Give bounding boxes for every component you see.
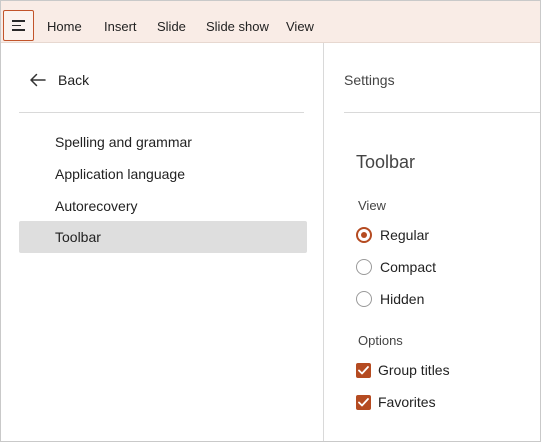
radio-label: Compact	[380, 259, 437, 275]
checkbox-checked[interactable]	[356, 362, 371, 378]
section-title: Toolbar	[356, 152, 416, 172]
menu-insert[interactable]: Insert	[104, 19, 137, 35]
checkmark-icon	[358, 365, 369, 374]
menu-slide[interactable]: Slide	[157, 19, 186, 35]
checkbox-checked[interactable]	[356, 394, 371, 410]
app-window: Home Insert Slide Slide show View Back S…	[0, 0, 541, 442]
radio-button[interactable]	[356, 291, 372, 307]
nav-item-spelling-and-grammar[interactable]: Spelling and grammar	[19, 126, 307, 158]
settings-nav: Back Spelling and grammar Application la…	[1, 44, 324, 441]
settings-pane: Settings Toolbar View Regular Compact Hi…	[324, 44, 540, 441]
nav-item-toolbar[interactable]: Toolbar	[19, 221, 307, 253]
menu-bar: Home Insert Slide Slide show View	[1, 1, 540, 43]
arrow-left-icon	[30, 73, 46, 87]
options-group-label: Options	[358, 333, 403, 348]
divider	[344, 112, 540, 113]
menu-home[interactable]: Home	[47, 19, 82, 35]
view-group-label: View	[358, 198, 386, 213]
hamburger-icon[interactable]	[3, 10, 34, 41]
checkbox-label: Favorites	[378, 394, 436, 410]
nav-item-application-language[interactable]: Application language	[19, 158, 307, 190]
divider	[19, 112, 304, 113]
checkbox-favorites[interactable]: Favorites	[356, 392, 436, 412]
back-label: Back	[58, 72, 90, 88]
radio-regular[interactable]: Regular	[356, 225, 429, 245]
checkbox-group-titles[interactable]: Group titles	[356, 360, 450, 380]
radio-button[interactable]	[356, 259, 372, 275]
radio-button-checked[interactable]	[356, 227, 372, 243]
checkmark-icon	[358, 397, 369, 406]
menu-view[interactable]: View	[286, 19, 314, 35]
back-button[interactable]: Back	[29, 71, 89, 89]
settings-header: Settings	[344, 72, 395, 88]
radio-compact[interactable]: Compact	[356, 257, 436, 277]
nav-item-autorecovery[interactable]: Autorecovery	[19, 190, 307, 222]
radio-label: Hidden	[380, 291, 425, 307]
menu-slide-show[interactable]: Slide show	[206, 19, 269, 35]
radio-label: Regular	[380, 227, 430, 243]
checkbox-label: Group titles	[378, 362, 450, 378]
radio-hidden[interactable]: Hidden	[356, 289, 424, 309]
